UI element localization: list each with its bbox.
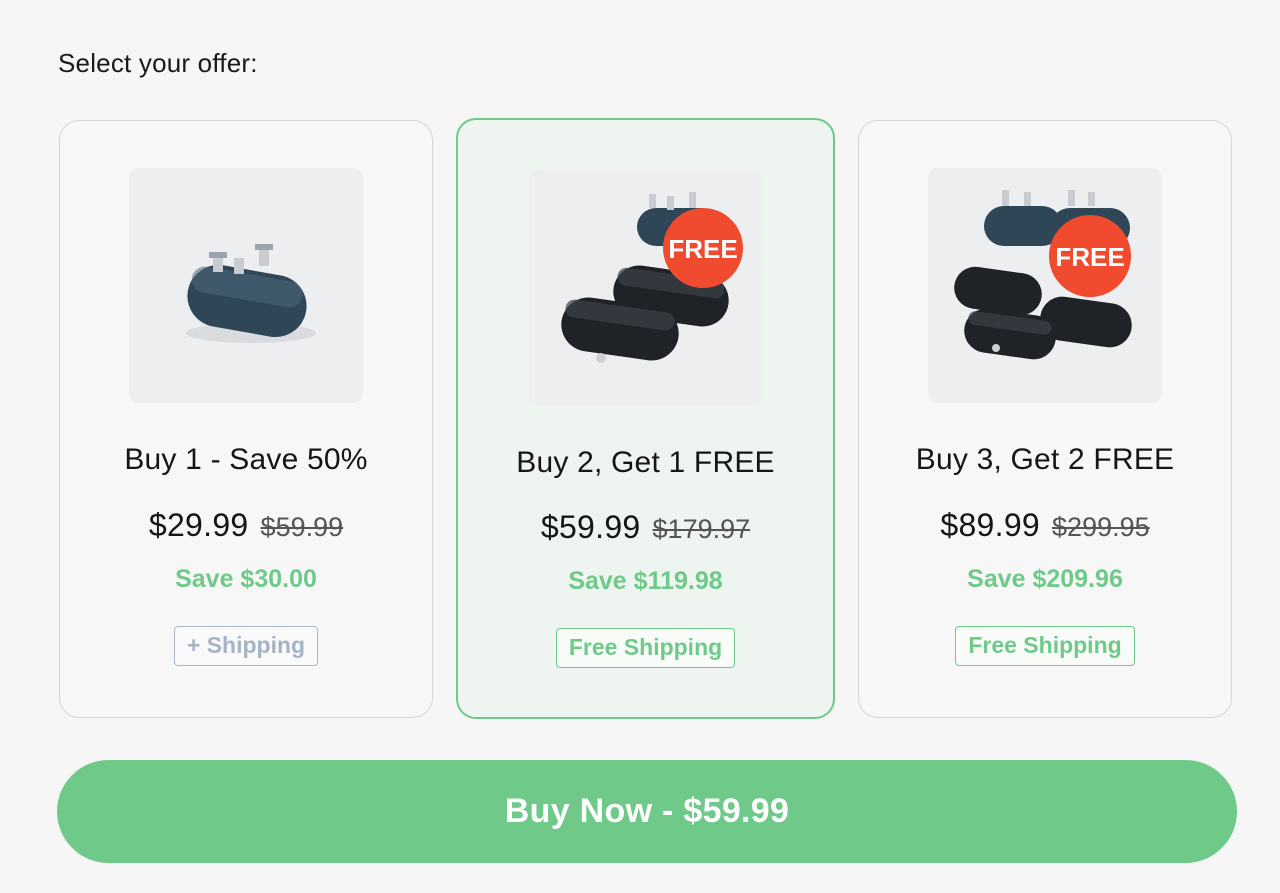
product-image-three-chargers: FREE [529, 170, 763, 405]
offer-price: $29.99 [148, 507, 249, 543]
offer-price: $59.99 [540, 509, 641, 545]
offer-title: Buy 3, Get 2 FREE [915, 443, 1175, 476]
shipping-badge: Free Shipping [555, 628, 736, 668]
offer-old-price: $59.99 [260, 512, 344, 542]
offer-prices: $29.99 $59.99 [60, 507, 432, 544]
offer-savings: Save $209.96 [967, 565, 1123, 593]
offer-prices: $89.99 $299.95 [859, 507, 1231, 544]
buy-now-label: Buy Now - $59.99 [504, 792, 790, 830]
badge-free-text: FREE [1055, 242, 1124, 272]
three-chargers-illustration: FREE [561, 192, 743, 363]
offer-title: Buy 1 - Save 50% [124, 443, 368, 476]
offer-card-buy-1[interactable]: Buy 1 - Save 50% $29.99 $59.99 Save $30.0… [59, 120, 433, 718]
single-charger-illustration [186, 244, 316, 343]
buy-now-button[interactable]: Buy Now - $59.99 [57, 760, 1237, 863]
offer-old-price: $179.97 [652, 514, 751, 544]
offer-price: $89.99 [940, 507, 1041, 543]
offer-card-buy-3[interactable]: FREE Buy 3, Get 2 FREE $89.99 $299.95 Sav… [858, 120, 1232, 718]
shipping-badge: + Shipping [173, 626, 319, 666]
offer-card-buy-2[interactable]: FREE Buy 2, Get 1 FREE $59.99 $179.97 Sav… [456, 118, 835, 719]
shipping-badge: Free Shipping [955, 626, 1135, 666]
offer-savings: Save $30.00 [175, 565, 317, 593]
badge-free-text: FREE [668, 234, 737, 264]
product-image-five-chargers: FREE [928, 168, 1162, 403]
offer-prices: $59.99 $179.97 [458, 509, 833, 546]
offer-old-price: $299.95 [1052, 512, 1150, 542]
offer-title: Buy 2, Get 1 FREE [516, 446, 775, 479]
offer-savings: Save $119.98 [568, 567, 723, 595]
product-image-single-charger [129, 168, 363, 403]
five-chargers-illustration: FREE [954, 190, 1132, 360]
